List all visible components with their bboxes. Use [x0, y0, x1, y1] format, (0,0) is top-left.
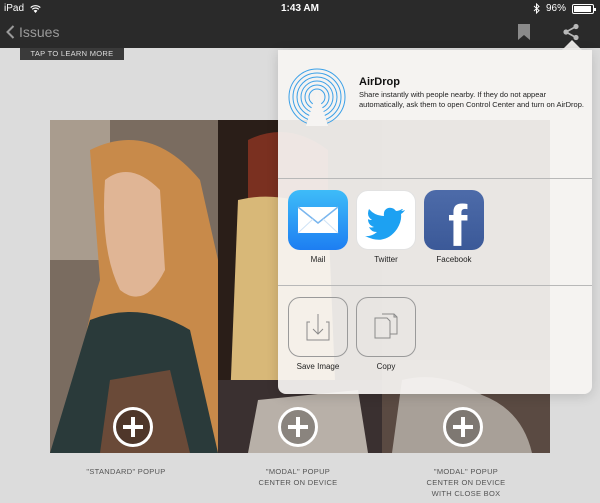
- airdrop-title: AirDrop: [359, 76, 400, 88]
- mail-icon: [288, 190, 348, 250]
- add-standard-popup-button[interactable]: [113, 407, 153, 447]
- share-divider-top: [278, 178, 592, 179]
- save-image-icon: [288, 297, 348, 357]
- bluetooth-icon: [533, 3, 540, 14]
- caption-line: CENTER ON DEVICE: [426, 478, 506, 487]
- airdrop-section[interactable]: AirDrop Share instantly with people near…: [278, 50, 592, 178]
- mail-label: Mail: [310, 255, 326, 264]
- share-twitter-button[interactable]: Twitter: [356, 190, 416, 264]
- photo-panel-standard: [50, 120, 218, 453]
- caption-line: "MODAL" POPUP: [265, 467, 331, 476]
- status-bar: iPad 1:43 AM 96%: [0, 0, 600, 18]
- status-right: 96%: [533, 3, 596, 14]
- battery-icon: [572, 3, 596, 14]
- battery-fill: [574, 5, 592, 12]
- add-modal-close-popup-button[interactable]: [443, 407, 483, 447]
- copy-label: Copy: [376, 362, 396, 371]
- caption-standard: "STANDARD" POPUP: [56, 466, 196, 477]
- facebook-icon: f: [424, 190, 484, 250]
- copy-icon: [356, 297, 416, 357]
- status-time: 1:43 AM: [281, 3, 319, 14]
- share-sheet-arrow: [562, 40, 582, 50]
- back-button[interactable]: Issues: [6, 24, 59, 40]
- caption-modal-close: "MODAL" POPUP CENTER ON DEVICE WITH CLOS…: [396, 466, 536, 499]
- back-label: Issues: [19, 24, 60, 40]
- save-image-button[interactable]: Save Image: [288, 297, 348, 371]
- copy-button[interactable]: Copy: [356, 297, 416, 371]
- twitter-icon: [356, 190, 416, 250]
- airdrop-icon: [288, 68, 346, 126]
- nav-bar: Issues: [0, 18, 600, 48]
- caption-modal: "MODAL" POPUP CENTER ON DEVICE: [228, 466, 368, 488]
- caption-line: WITH CLOSE BOX: [431, 489, 501, 498]
- twitter-label: Twitter: [374, 255, 398, 264]
- share-sheet: AirDrop Share instantly with people near…: [278, 50, 592, 394]
- share-facebook-button[interactable]: f Facebook: [424, 190, 484, 264]
- battery-percent: 96%: [545, 3, 566, 14]
- save-image-label: Save Image: [296, 362, 340, 371]
- tap-to-learn-more-button[interactable]: TAP TO LEARN MORE: [20, 48, 124, 60]
- bookmark-icon[interactable]: [518, 24, 530, 40]
- airdrop-description: Share instantly with people nearby. If t…: [359, 90, 584, 109]
- chevron-left-icon: [6, 25, 15, 39]
- facebook-label: Facebook: [436, 255, 472, 264]
- share-icon[interactable]: [562, 23, 580, 41]
- woman-portrait-image: [50, 120, 218, 453]
- add-modal-popup-button[interactable]: [278, 407, 318, 447]
- caption-line: "MODAL" POPUP: [433, 467, 499, 476]
- caption-line: CENTER ON DEVICE: [258, 478, 338, 487]
- share-mail-button[interactable]: Mail: [288, 190, 348, 264]
- share-divider-bottom: [278, 285, 592, 286]
- caption-line: "STANDARD" POPUP: [86, 467, 166, 476]
